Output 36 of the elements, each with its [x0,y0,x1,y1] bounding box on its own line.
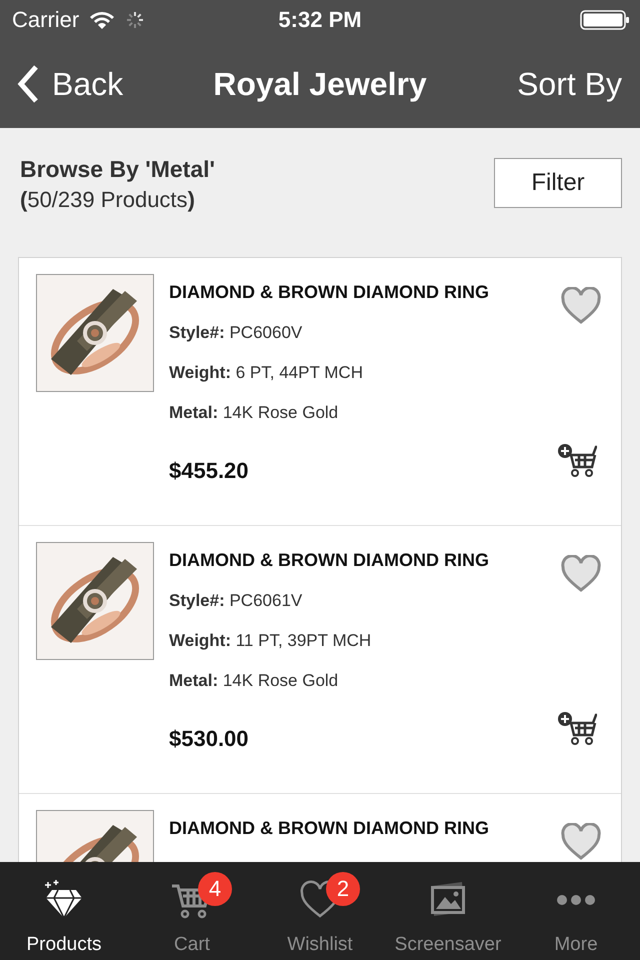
filter-button[interactable]: Filter [494,158,622,208]
more-icon [554,894,598,906]
heart-icon[interactable] [560,823,602,861]
product-name: DIAMOND & BROWN DIAMOND RING [169,550,490,571]
product-detail: Style#: PC6060V [169,323,304,343]
heart-icon[interactable] [560,287,602,325]
product-detail: Weight: 6 PT, 44PT MCH [169,363,364,383]
sort-by-button[interactable]: Sort By [517,66,622,102]
carrier-name: Carrier [12,7,80,33]
wifi-icon [89,11,116,29]
product-detail: Style#: PC6061V [169,591,304,611]
product-price: $455.20 [169,458,250,484]
chevron-icon[interactable] [16,64,40,104]
product-detail: Metal: 14K Rose Gold [169,403,340,423]
product-name: DIAMOND & BROWN DIAMOND RING [169,282,490,303]
status-time: 5:32 PM [278,7,362,33]
tab[interactable]: Products [0,862,128,960]
product-detail: Metal: 14K Rose Gold [169,671,340,691]
tab[interactable]: Screensaver [384,862,512,960]
add-to-cart-icon[interactable] [557,443,597,477]
product-detail: Weight: 11 PT, 39PT MCH [169,631,372,651]
battery-icon [580,9,630,31]
tab[interactable]: Cart 4 [128,862,256,960]
product-count: (50/239 Products) [20,187,196,213]
count-badge: 4 [198,872,232,906]
screen-title: Royal Jewelry [213,66,427,102]
back-button[interactable]: Back [16,64,124,104]
add-to-cart-icon[interactable] [557,711,597,745]
activity-spinner-icon [125,10,146,30]
tab[interactable]: More [512,862,640,960]
tab[interactable]: Wishlist 2 [256,862,384,960]
heart-icon[interactable] [560,555,602,593]
count-badge: 2 [326,872,360,906]
browse-heading: Browse By 'Metal' [20,156,215,183]
product-name: DIAMOND & BROWN DIAMOND RING [169,818,490,839]
product-price: $530.00 [169,726,250,752]
